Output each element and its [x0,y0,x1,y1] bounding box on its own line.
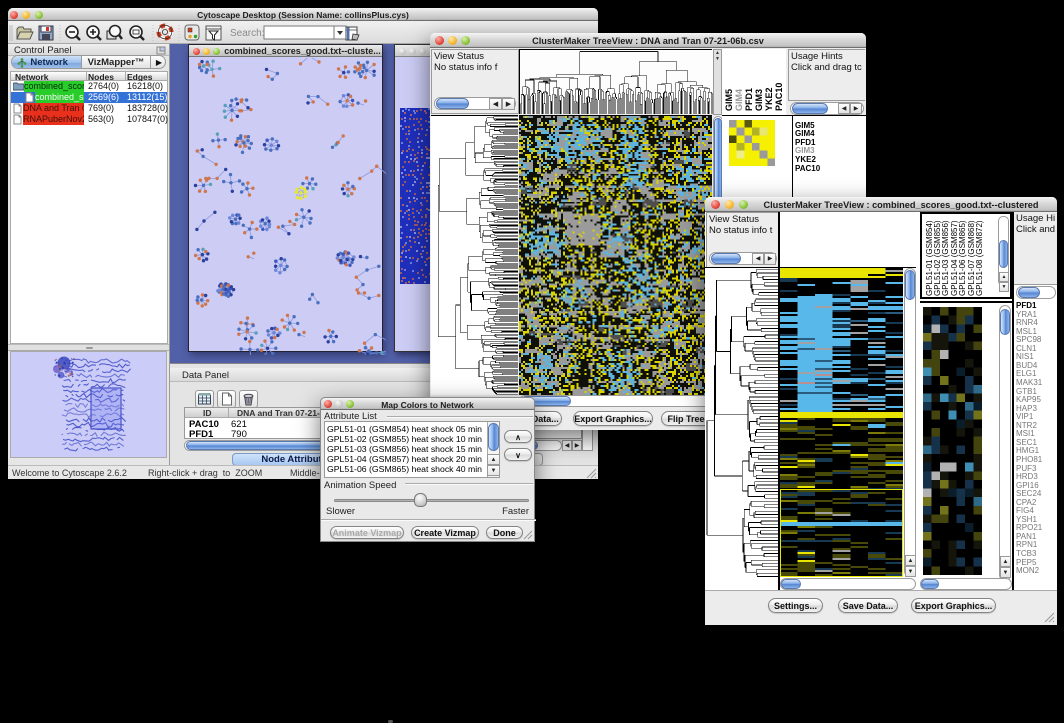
svg-text:Search:: Search: [230,28,264,39]
